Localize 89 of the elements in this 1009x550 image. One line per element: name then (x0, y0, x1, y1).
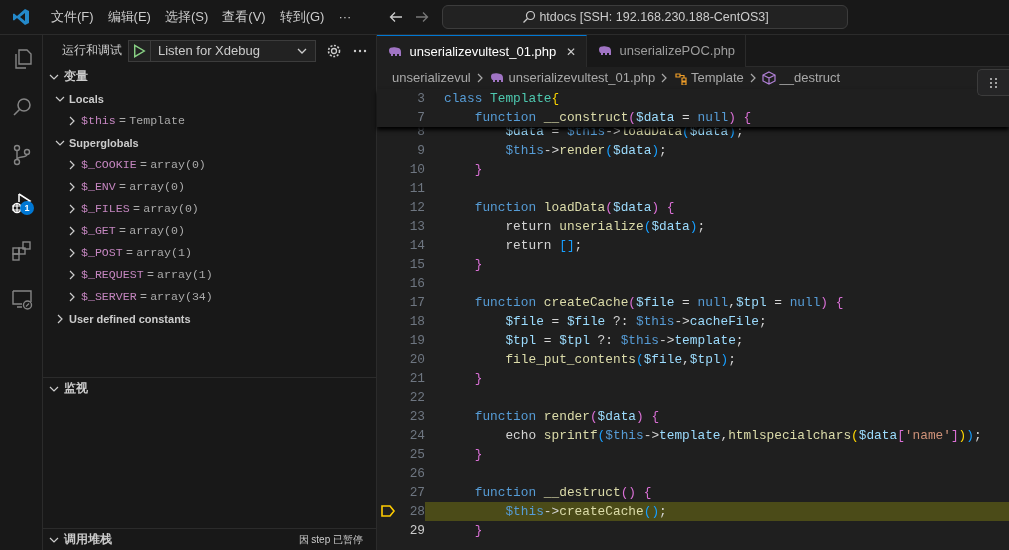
launch-config-dropdown[interactable]: Listen for Xdebug (128, 39, 316, 62)
operator: = (125, 245, 134, 262)
line-number: 13 (408, 218, 425, 236)
panel-title: 运行和调试 (62, 42, 122, 58)
line-number: 28 (377, 502, 425, 521)
operator: = (118, 179, 127, 196)
line-number: 23 (408, 408, 425, 426)
code-line: function loadData($data) { (473, 199, 675, 217)
section-header[interactable]: 调用堆栈 (64, 530, 299, 549)
variable-group[interactable]: User defined constants (69, 310, 191, 328)
variable-name[interactable]: $_SERVER (81, 288, 137, 306)
menu-item[interactable]: 转到(G) (272, 7, 332, 27)
line-number: 10 (408, 161, 425, 179)
operator: = (138, 157, 148, 174)
variable-name[interactable]: $this (81, 112, 116, 130)
notification-badge: 1 (20, 201, 34, 215)
line-number: 20 (408, 351, 425, 369)
variable-name[interactable]: $_REQUEST (81, 266, 144, 284)
line-number: 26 (408, 465, 425, 483)
variable-name[interactable]: $_POST (81, 244, 123, 262)
line-number: 27 (408, 484, 425, 502)
line-number: 24 (408, 427, 425, 445)
menu-item[interactable]: 文件(F) (44, 7, 101, 27)
menu-item[interactable]: 选择(S) (157, 7, 216, 27)
editor-tab[interactable]: unserializevultest_01.php ✕ (377, 35, 587, 67)
breadcrumb-item[interactable]: Template (691, 68, 744, 88)
command-center[interactable]: htdocs [SSH: 192.168.230.188-CentOS3] (442, 5, 849, 29)
code-line: echo sprintf($this->template,htmlspecialchars($data['name'])); (504, 427, 982, 445)
variable-name[interactable]: $_GET (81, 222, 116, 240)
code-line: } (473, 161, 483, 179)
code-line: $file = $file ?: $this->cacheFile; (504, 313, 767, 331)
line-number: 7 (416, 109, 425, 127)
variable-name[interactable]: $_ENV (81, 178, 116, 196)
operator: = (131, 201, 141, 218)
line-number: 18 (408, 313, 425, 331)
breadcrumb-item[interactable]: unserializevul (392, 68, 471, 88)
code-line: } (473, 256, 483, 274)
line-number: 22 (408, 389, 425, 407)
line-number: 11 (408, 180, 425, 198)
variable-group[interactable]: Locals (69, 90, 104, 108)
code-line: function createCache($file = null,$tpl = null) { (473, 294, 844, 312)
code-line: function __destruct() { (473, 484, 652, 502)
line-number: 25 (408, 446, 425, 464)
variable-name[interactable]: $_COOKIE (81, 156, 137, 174)
operator: = (138, 289, 148, 306)
variable-value: array(34) (150, 289, 213, 306)
line-number: 9 (416, 142, 425, 160)
variable-name[interactable]: $_FILES (81, 200, 130, 218)
line-number: 21 (408, 370, 425, 388)
variable-value: array(0) (150, 157, 206, 174)
line-number: 19 (408, 332, 425, 350)
code-line: return []; (504, 237, 583, 255)
line-number: 12 (408, 199, 425, 217)
variable-group[interactable]: Superglobals (69, 134, 139, 152)
line-number: 16 (408, 275, 425, 293)
variable-value: array(0) (129, 223, 185, 240)
breadcrumb-item[interactable]: __destruct (779, 68, 841, 88)
line-number: 29 (408, 522, 425, 540)
breadcrumb-item[interactable]: unserializevultest_01.php (508, 68, 656, 88)
code-line: function __construct($data = null) { (473, 109, 752, 127)
close-button[interactable]: ✕ (565, 42, 576, 61)
variable-value: array(1) (157, 267, 213, 284)
code-line: $tpl = $tpl ?: $this->template; (504, 332, 744, 350)
variable-value: array(0) (129, 179, 185, 196)
variable-value: array(0) (143, 201, 199, 218)
line-number: 3 (416, 90, 425, 108)
menu-item[interactable]: 编辑(E) (100, 7, 158, 27)
variable-value: array(1) (136, 245, 192, 262)
code-line: file_put_contents($file,$tpl); (504, 351, 736, 369)
code-line: return unserialize($data); (504, 218, 706, 236)
code-line: } (473, 370, 483, 388)
variable-value: Template (129, 113, 185, 130)
pause-status: 因 step 已暂停 (298, 533, 363, 547)
operator: = (118, 223, 127, 240)
code-line: function render($data) { (473, 408, 660, 426)
operator: = (145, 267, 155, 284)
section-header[interactable]: 监视 (64, 380, 376, 398)
section-header[interactable]: 变量 (64, 68, 376, 86)
line-number: 14 (408, 237, 425, 255)
code-line: } (473, 522, 483, 540)
menu-item[interactable]: 查看(V) (215, 7, 273, 27)
code-line: $this->render($data); (504, 142, 667, 160)
editor-tab[interactable]: unserializePOC.php (586, 35, 747, 67)
code-line: } (473, 446, 483, 464)
line-number: 15 (408, 256, 425, 274)
operator: = (118, 113, 127, 130)
code-line: class Template{ (443, 90, 560, 108)
line-number: 17 (408, 294, 425, 312)
menu-item[interactable]: ··· (331, 7, 359, 27)
